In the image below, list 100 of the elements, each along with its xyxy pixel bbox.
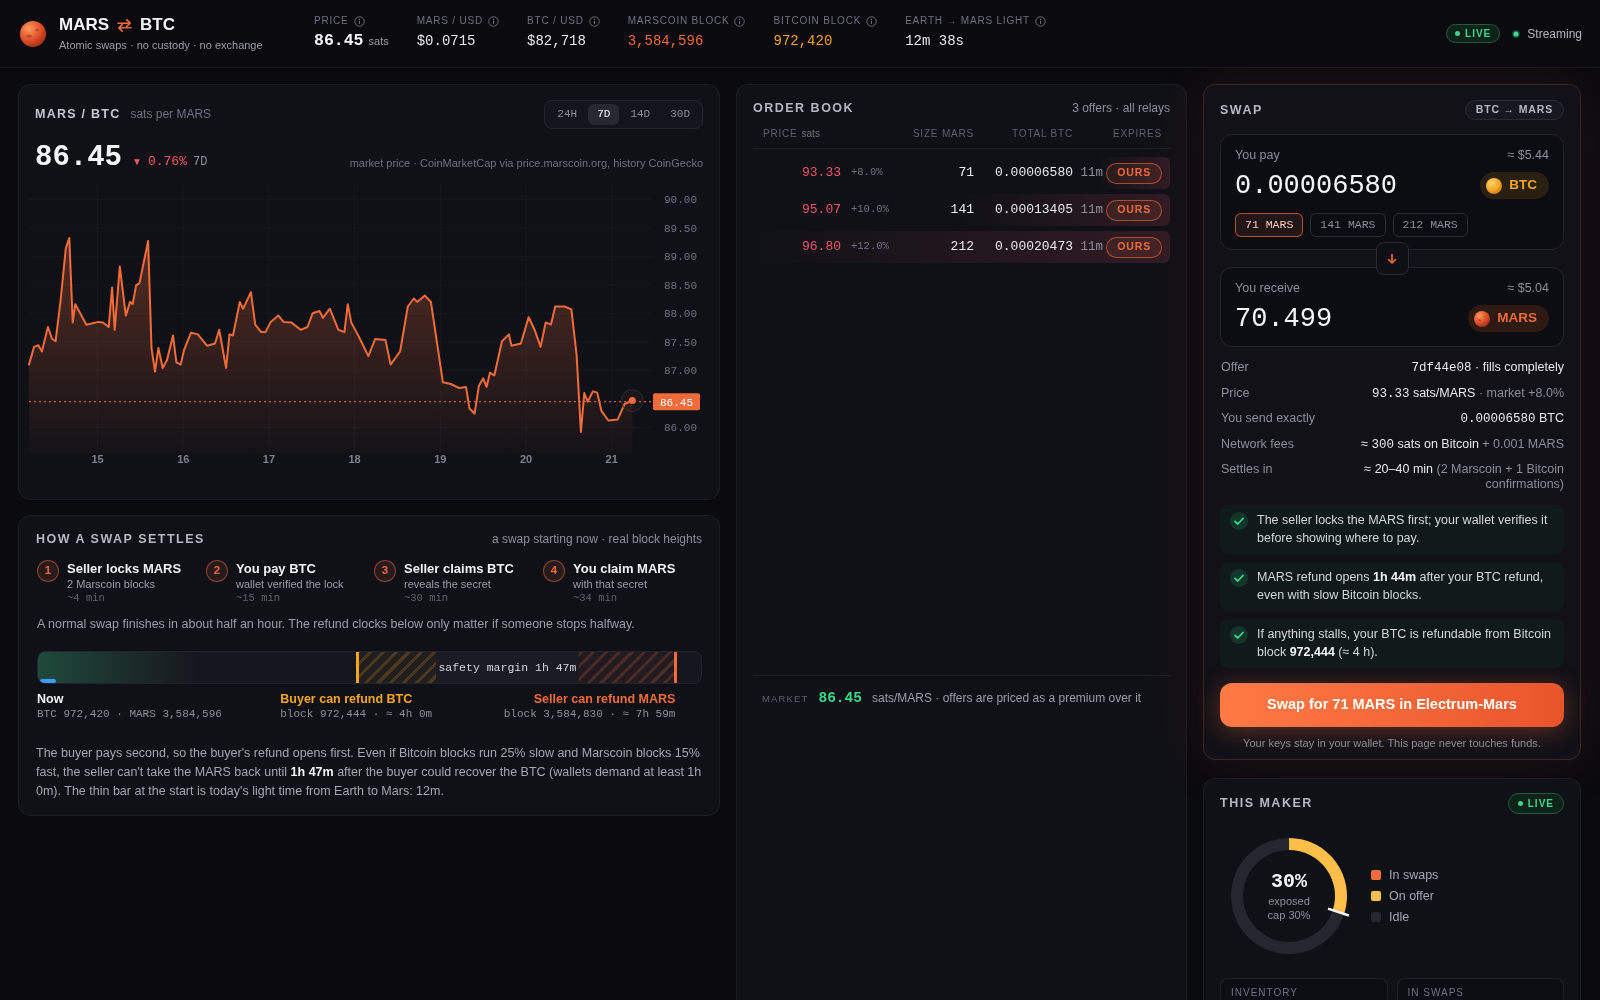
owner-badge: OURS — [1106, 162, 1162, 184]
stream-status: Streaming — [1527, 25, 1582, 43]
info-icon — [734, 15, 746, 27]
stat-label: BTC / USD — [527, 15, 584, 27]
order-row[interactable]: 93.33 +8.0% 71 0.00006580 11m OURS — [753, 157, 1170, 189]
milestone-detail: BTC 972,420 · MARS 3,584,596 — [37, 707, 222, 722]
axis-label: 15 — [91, 453, 104, 465]
amount-label: You receive — [1235, 281, 1300, 295]
stat-value: 972,420 — [773, 32, 833, 50]
amount-preset[interactable]: 141 MARS — [1310, 213, 1386, 237]
order-total: 0.00020473 — [994, 238, 1073, 257]
legend-label: Idle — [1389, 910, 1410, 924]
detail-value: 93.33 sats/MARS · market +8.0% — [1371, 385, 1564, 402]
cap-label: cap 30% — [1267, 907, 1311, 922]
stat-value: 3,584,596 — [627, 32, 704, 50]
detail-value: 7df44e08 · fills completely — [1411, 360, 1564, 376]
stat-label: MARS / USD — [416, 15, 484, 27]
live-label: LIVE — [1527, 797, 1554, 810]
step-detail: with that secret — [573, 577, 648, 591]
token-selector[interactable]: MARS — [1468, 305, 1549, 332]
refund-marker — [356, 652, 360, 683]
step-title: Seller locks MARS — [67, 561, 182, 577]
step-number: 3 — [374, 560, 396, 582]
status-dot-icon — [1455, 31, 1461, 36]
step-number: 1 — [37, 560, 59, 582]
planet-icon — [1474, 310, 1491, 327]
light-time-bar — [40, 679, 56, 683]
step-time: ~30 min — [404, 591, 450, 606]
axis-label: 16 — [177, 453, 190, 465]
panel-note: a swap starting now · real block heights — [491, 532, 702, 546]
step-detail: 2 Marscoin blocks — [67, 577, 157, 591]
pair-quote: BTC — [140, 15, 175, 35]
pair-title: MARS / BTC — [35, 106, 121, 124]
receive-amount: 70.499 — [1235, 304, 1333, 333]
card-label: IN SWAPS — [1407, 987, 1466, 999]
info-icon — [866, 15, 878, 27]
guarantee-text: The seller locks the MARS first; your wallet verifies it before showing where to pay. — [1257, 512, 1549, 547]
swap-arrows-icon — [116, 18, 134, 32]
live-label: LIVE — [1465, 27, 1492, 40]
detail-label: Settles in — [1221, 462, 1273, 478]
amount-preset[interactable]: 71 MARS — [1235, 213, 1304, 237]
order-premium: +10.0% — [850, 202, 890, 218]
stat-label: BITCOIN BLOCK — [773, 15, 862, 27]
axis-label: 17 — [262, 453, 276, 465]
change-period: 7D — [192, 154, 208, 171]
swap-direction-button[interactable] — [1375, 242, 1409, 275]
step-title: You pay BTC — [236, 561, 317, 577]
axis-label: 89.50 — [664, 222, 697, 235]
info-icon — [353, 15, 365, 27]
milestone-title: Now — [37, 692, 65, 707]
step-time: ~15 min — [236, 591, 282, 606]
margin-label: safety margin 1h 47m — [435, 652, 579, 683]
planet-icon — [20, 20, 46, 47]
legend-label: On offer — [1389, 889, 1434, 903]
axis-label: 21 — [605, 453, 618, 465]
stat-value: 12m 38s — [905, 32, 964, 50]
panel-title: THIS MAKER — [1220, 795, 1313, 813]
market-note: sats/MARS · offers are priced as a premium over it — [871, 690, 1142, 707]
milestone-title: Buyer can refund BTC — [280, 692, 414, 707]
milestone-detail: block 972,444 · ≈ 4h 0m — [280, 707, 433, 722]
panel-title: ORDER BOOK — [753, 101, 855, 115]
stat-value: 86.45 — [314, 32, 364, 50]
milestone-title: Seller can refund MARS — [532, 692, 676, 707]
axis-label: 87.50 — [664, 336, 697, 349]
source-note: market price · CoinMarketCap via price.marscoin.org, history CoinGecko — [349, 156, 703, 171]
stat-value: $0.0715 — [416, 32, 476, 50]
column-header: SIZE MARS — [911, 127, 974, 140]
step-number: 2 — [206, 560, 228, 582]
detail-label: You send exactly — [1221, 411, 1316, 427]
summary-text: A normal swap finishes in about half an hour. The refund clocks below only matter if someone stops halfway. — [36, 616, 636, 633]
amount-preset[interactable]: 212 MARS — [1392, 213, 1468, 237]
pair-unit: sats per MARS — [130, 106, 212, 124]
range-tab[interactable]: 24H — [548, 104, 587, 125]
coin-icon — [1486, 177, 1503, 194]
stat-label: EARTH → MARS LIGHT — [905, 15, 1030, 27]
order-premium: +8.0% — [850, 165, 884, 181]
price-change: 0.76% — [147, 153, 187, 171]
market-label: MARKET — [762, 692, 809, 706]
order-total: 0.00013405 — [994, 201, 1073, 220]
axis-label: 19 — [434, 453, 447, 465]
tagline: Atomic swaps · no custody · no exchange — [59, 38, 264, 52]
range-tab[interactable]: 14D — [621, 104, 660, 125]
panel-title: SWAP — [1220, 101, 1263, 119]
endpoint-marker — [620, 389, 644, 413]
order-price: 95.07 — [801, 201, 841, 220]
order-row[interactable]: 95.07 +10.0% 141 0.00013405 11m OURS — [753, 194, 1170, 226]
stat-value: $82,718 — [527, 32, 586, 50]
usd-estimate: ≈ $5.44 — [1507, 148, 1549, 162]
order-size: 141 — [949, 201, 974, 220]
usd-estimate: ≈ $5.04 — [1507, 281, 1549, 295]
order-row[interactable]: 96.80 +12.0% 212 0.00020473 11m OURS — [753, 231, 1170, 263]
order-price: 93.33 — [801, 164, 841, 183]
token-selector[interactable]: BTC — [1480, 172, 1549, 199]
range-tab[interactable]: 7D — [588, 104, 620, 125]
order-expiry: 11m — [1079, 164, 1104, 182]
step-number: 4 — [543, 560, 565, 582]
detail-label: Network fees — [1221, 436, 1294, 453]
stat-unit: sats — [368, 34, 389, 49]
amount-input[interactable]: 0.00006580 — [1235, 171, 1398, 200]
range-tab[interactable]: 30D — [661, 104, 699, 125]
